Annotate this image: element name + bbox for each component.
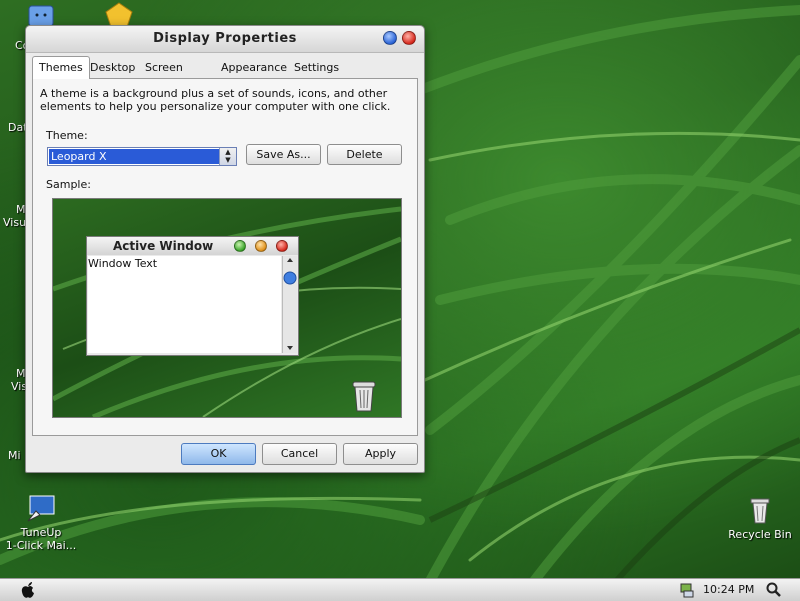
desktop-icon-label: TuneUp xyxy=(20,526,62,539)
close-icon xyxy=(276,240,288,252)
help-button[interactable] xyxy=(383,31,397,45)
tab-settings[interactable]: Settings xyxy=(288,58,345,77)
taskbar: 10:24 PM xyxy=(0,578,800,601)
desktop-icon-label: Mi xyxy=(8,449,21,462)
desktop-icon-label: Recycle Bin xyxy=(728,528,792,541)
desktop-icon-recycle-bin[interactable]: Recycle Bin xyxy=(726,495,794,541)
desktop-icon-tuneup[interactable]: TuneUp 1-Click Mai... xyxy=(5,493,77,552)
theme-description: A theme is a background plus a set of so… xyxy=(40,87,391,113)
tab-appearance[interactable]: Appearance xyxy=(215,58,293,77)
apply-button[interactable]: Apply xyxy=(343,443,418,465)
sample-title-bar: Active Window xyxy=(87,237,298,255)
ok-button[interactable]: OK xyxy=(181,443,256,465)
search-icon[interactable] xyxy=(766,582,782,598)
theme-preview: Active Window Window Text xyxy=(52,198,402,418)
sample-scrollbar xyxy=(282,256,297,353)
display-properties-window: Display Properties Themes Desktop Screen… xyxy=(25,25,425,473)
apple-menu-icon[interactable] xyxy=(20,581,36,599)
sample-label: Sample: xyxy=(46,178,91,191)
save-as-button[interactable]: Save As... xyxy=(246,144,321,165)
tuneup-icon xyxy=(27,495,55,522)
window-title: Display Properties xyxy=(153,31,297,46)
title-bar[interactable]: Display Properties xyxy=(26,26,424,53)
desktop-icon-label: Visu xyxy=(3,216,27,229)
sample-window-title: Active Window xyxy=(113,239,214,253)
desktop-icon-label: 1-Click Mai... xyxy=(5,539,77,552)
theme-label: Theme: xyxy=(46,129,88,142)
tab-desktop[interactable]: Desktop xyxy=(84,58,141,77)
tab-screen-saver[interactable]: Screen Saver xyxy=(139,58,189,93)
network-tray-icon[interactable] xyxy=(680,582,694,598)
sample-window-body: Window Text xyxy=(88,256,281,353)
tab-themes[interactable]: Themes xyxy=(32,56,90,79)
select-arrows-icon[interactable]: ▲ ▼ xyxy=(219,148,236,165)
delete-button[interactable]: Delete xyxy=(327,144,402,165)
trash-icon xyxy=(352,381,376,412)
maximize-icon xyxy=(234,240,246,252)
recycle-bin-icon xyxy=(750,498,770,524)
theme-select-value: Leopard X xyxy=(49,149,219,164)
minimize-icon xyxy=(255,240,267,252)
cancel-button[interactable]: Cancel xyxy=(262,443,337,465)
close-button[interactable] xyxy=(402,31,416,45)
system-clock[interactable]: 10:24 PM xyxy=(703,583,754,596)
sample-active-window: Active Window Window Text xyxy=(86,236,299,356)
theme-select[interactable]: Leopard X ▲ ▼ xyxy=(47,147,237,166)
sample-window-text: Window Text xyxy=(88,257,158,270)
scrollbar-arrows-icon xyxy=(283,258,297,350)
